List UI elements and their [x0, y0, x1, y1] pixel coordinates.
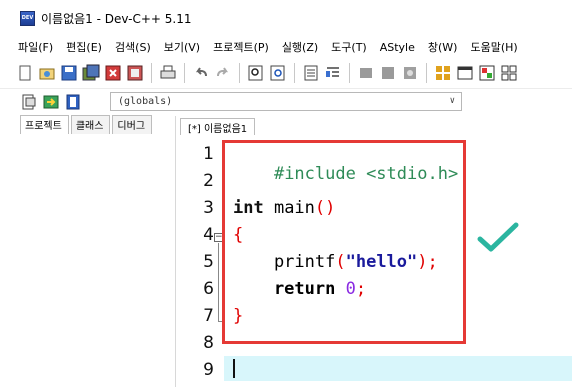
menu-execute[interactable]: 실행(Z): [282, 39, 318, 55]
tab-debug[interactable]: 디버그: [112, 115, 153, 134]
insert-icon[interactable]: [42, 93, 60, 111]
line-number-gutter: 1 2 3 4 5 6 7 8 9 −: [180, 136, 224, 387]
menu-astyle[interactable]: AStyle: [380, 41, 415, 54]
scope-dropdown[interactable]: (globals) ∨: [110, 92, 462, 111]
menu-window[interactable]: 창(W): [428, 39, 458, 55]
indent-icon[interactable]: [324, 64, 342, 82]
menu-edit[interactable]: 편집(E): [66, 39, 102, 55]
line-number: 4: [203, 225, 214, 245]
menu-tools[interactable]: 도구(T): [331, 39, 367, 55]
replace-icon[interactable]: [269, 64, 287, 82]
grid-icon[interactable]: [434, 64, 452, 82]
project-panel: 프로젝트 클래스 디버그: [0, 115, 176, 387]
print-icon[interactable]: [159, 64, 177, 82]
line-number: 1: [203, 144, 214, 164]
scope-value: (globals): [118, 96, 173, 107]
run-icon[interactable]: [379, 64, 397, 82]
line-number: 8: [203, 333, 214, 353]
menu-project[interactable]: 프로젝트(P): [213, 39, 269, 55]
compile-run-icon[interactable]: [401, 64, 419, 82]
find-icon[interactable]: [247, 64, 265, 82]
checkmark-icon: [477, 222, 519, 252]
code-highlight-box: [222, 140, 466, 344]
devcpp-app-icon: [20, 10, 35, 26]
window-icon[interactable]: [456, 64, 474, 82]
menu-help[interactable]: 도움말(H): [470, 39, 517, 55]
main-toolbar: [0, 58, 572, 88]
close-icon[interactable]: [104, 64, 122, 82]
undo-icon[interactable]: [192, 64, 210, 82]
line-number: 7: [203, 306, 214, 326]
compile-icon[interactable]: [357, 64, 375, 82]
new-class-icon[interactable]: [20, 93, 38, 111]
menu-file[interactable]: 파일(F): [18, 39, 53, 55]
new-file-icon[interactable]: [16, 64, 34, 82]
chevron-down-icon[interactable]: ∨: [450, 96, 455, 106]
toolbar-separator: [349, 63, 350, 83]
menu-bar: 파일(F) 편집(E) 검색(S) 보기(V) 프로젝트(P) 실행(Z) 도구…: [0, 36, 572, 58]
toolbar-separator: [151, 63, 152, 83]
current-line-highlight: [224, 356, 572, 381]
save-all-icon[interactable]: [82, 64, 100, 82]
menu-view[interactable]: 보기(V): [164, 39, 200, 55]
text-caret: [233, 359, 235, 378]
line-number: 3: [203, 198, 214, 218]
save-icon[interactable]: [60, 64, 78, 82]
line-number: 2: [203, 171, 214, 191]
fold-line: [218, 243, 219, 321]
toolbar-separator: [426, 63, 427, 83]
line-number: 5: [203, 252, 214, 272]
toolbar-separator: [294, 63, 295, 83]
bookmark-icon[interactable]: [64, 93, 82, 111]
window-title: 이름없음1 - Dev-C++ 5.11: [41, 11, 192, 26]
open-file-icon[interactable]: [38, 64, 56, 82]
close-all-icon[interactable]: [126, 64, 144, 82]
layout-icon[interactable]: [500, 64, 518, 82]
line-number: 9: [203, 360, 214, 380]
line-number: 6: [203, 279, 214, 299]
title-bar: 이름없음1 - Dev-C++ 5.11: [0, 0, 572, 36]
redo-icon[interactable]: [214, 64, 232, 82]
tab-classes[interactable]: 클래스: [70, 115, 111, 134]
panel-tabs: 프로젝트 클래스 디버그: [0, 115, 175, 134]
chart-icon[interactable]: [478, 64, 496, 82]
tab-project[interactable]: 프로젝트: [20, 115, 69, 134]
goto-icon[interactable]: [302, 64, 320, 82]
editor-file-tab[interactable]: [*] 이름없음1: [180, 118, 256, 135]
menu-search[interactable]: 검색(S): [115, 39, 151, 55]
toolbar-separator: [239, 63, 240, 83]
toolbar-separator: [184, 63, 185, 83]
